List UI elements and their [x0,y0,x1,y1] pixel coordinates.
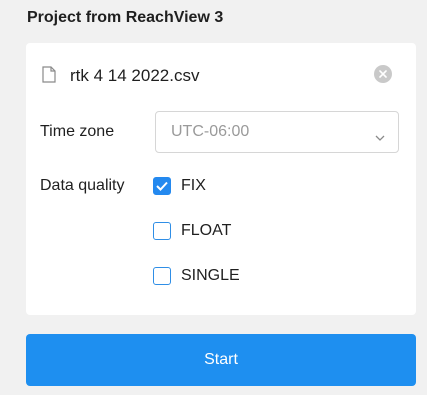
checkmark-icon [156,181,168,191]
checkbox-label: FIX [181,177,206,194]
timezone-label: Time zone [40,123,115,140]
timezone-select[interactable]: UTC-06:00 [155,111,399,153]
checkbox-label: SINGLE [181,267,240,284]
remove-file-button[interactable] [374,65,392,83]
checkbox-box[interactable] [153,177,171,195]
file-row: rtk 4 14 2022.csv [42,65,400,85]
chevron-down-icon [375,128,385,146]
file-name: rtk 4 14 2022.csv [70,66,200,85]
checkbox-box[interactable] [153,222,171,240]
timezone-value: UTC-06:00 [171,123,250,140]
file-icon [42,66,56,83]
close-icon [379,70,387,78]
import-card: rtk 4 14 2022.csv Time zone UTC-06:00 Da… [26,43,416,315]
data-quality-label: Data quality [40,177,125,194]
checkbox-box[interactable] [153,267,171,285]
page-title: Project from ReachView 3 [27,9,224,26]
checkbox-label: FLOAT [181,222,232,239]
start-button[interactable]: Start [26,334,416,386]
